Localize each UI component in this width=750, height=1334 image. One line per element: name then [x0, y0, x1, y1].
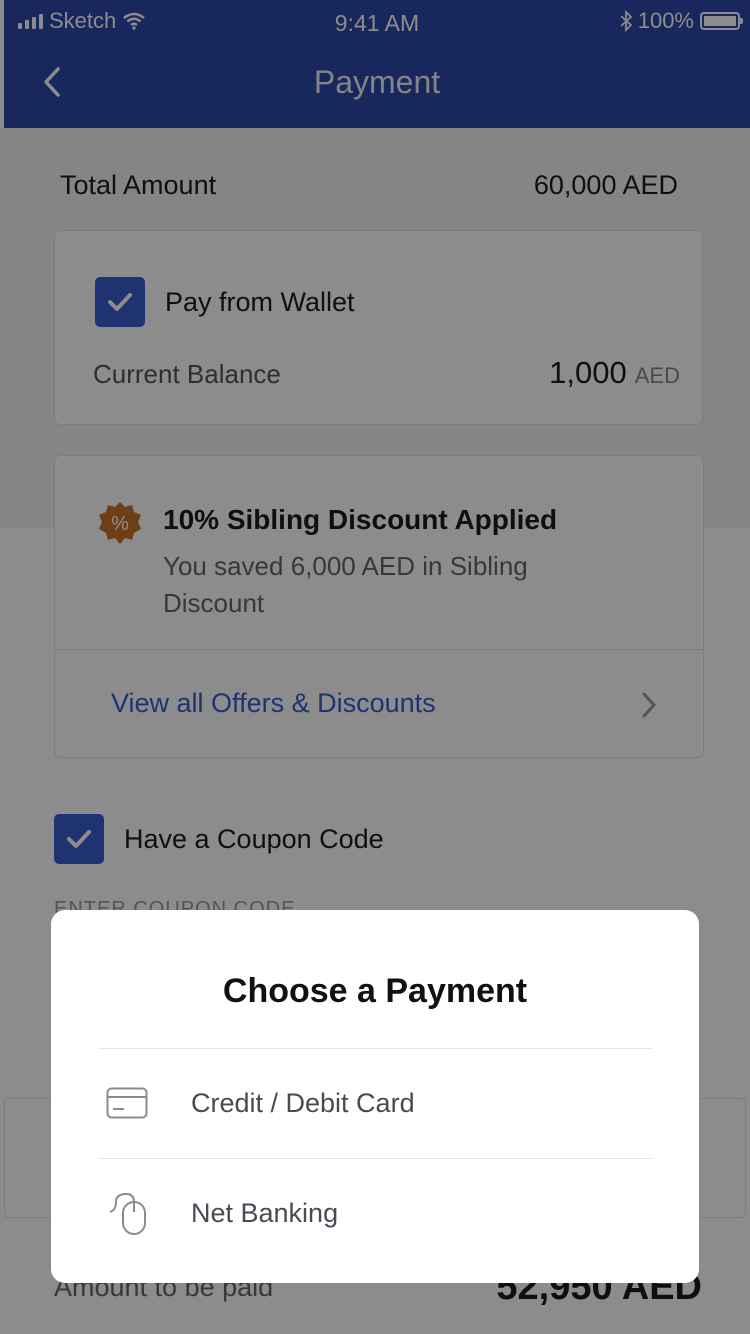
option-label: Net Banking [191, 1197, 339, 1228]
option-credit-debit-card[interactable]: Credit / Debit Card [98, 1048, 652, 1158]
dialog-title: Choose a Payment [222, 972, 528, 1010]
mouse-icon [106, 1190, 168, 1236]
payment-method-dialog: Choose a Payment Credit / Debit Card Net… [51, 910, 699, 1283]
option-net-banking[interactable]: Net Banking [98, 1158, 652, 1268]
credit-card-icon [106, 1080, 168, 1126]
option-label: Credit / Debit Card [191, 1087, 415, 1118]
